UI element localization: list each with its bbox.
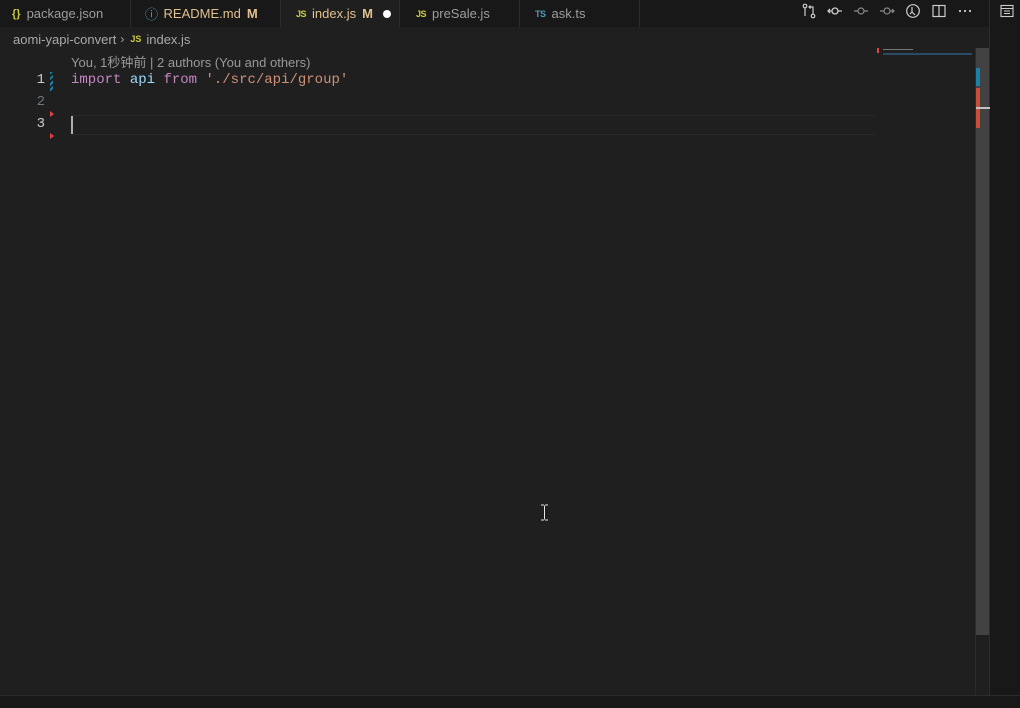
- secondary-side-bar-edge: [989, 0, 1020, 695]
- scrollbar-thumb[interactable]: [976, 48, 989, 635]
- js-file-icon: JS: [130, 34, 142, 44]
- codelens-authors[interactable]: You, 1秒钟前 | 2 authors (You and others): [71, 52, 310, 71]
- minimap-deleted-marker: [877, 48, 879, 53]
- modified-indicator: M: [246, 6, 258, 21]
- current-line-highlight: [71, 115, 875, 135]
- git-compare-icon[interactable]: [822, 0, 848, 22]
- text-cursor: [71, 116, 73, 134]
- modified-indicator: M: [362, 6, 373, 21]
- keyword-from: from: [163, 72, 198, 88]
- chevron-right-icon: ›: [120, 32, 125, 46]
- breadcrumb-folder[interactable]: aomi-yapi-convert: [13, 32, 116, 47]
- overview-ruler-modified: [976, 68, 980, 86]
- status-bar: [0, 695, 1020, 708]
- line-number: 1: [36, 72, 45, 88]
- timeline-icon[interactable]: [900, 0, 926, 22]
- split-editor-icon[interactable]: [926, 0, 952, 22]
- tab-index-js[interactable]: JS index.js M: [281, 0, 400, 27]
- minimap-code-preview: [883, 49, 913, 50]
- tab-readme-md[interactable]: ⓘ README.md M: [131, 0, 281, 27]
- breadcrumb-file[interactable]: index.js: [146, 32, 190, 47]
- previous-change-icon[interactable]: [848, 0, 874, 22]
- ts-file-icon: TS: [535, 8, 546, 19]
- tab-label: ask.ts: [551, 6, 586, 21]
- panel-layout-icon[interactable]: [994, 0, 1020, 22]
- unsaved-dot-icon[interactable]: [382, 9, 391, 18]
- minimap-viewport-line: [883, 53, 972, 55]
- js-file-icon: JS: [296, 8, 307, 19]
- identifier-api: api: [129, 72, 156, 88]
- vertical-scrollbar[interactable]: [975, 48, 990, 695]
- open-changes-icon[interactable]: [796, 0, 822, 22]
- tab-label: preSale.js: [432, 6, 490, 21]
- line-number: 3: [36, 116, 45, 132]
- next-change-icon[interactable]: [874, 0, 900, 22]
- breadcrumb: aomi-yapi-convert › JS index.js: [13, 30, 190, 48]
- string-literal: './src/api/group': [205, 72, 349, 88]
- more-actions-icon[interactable]: [952, 0, 978, 22]
- code-editor[interactable]: You, 1秒钟前 | 2 authors (You and others) 1…: [0, 48, 975, 695]
- keyword-import: import: [71, 72, 122, 88]
- overview-ruler-cursor: [976, 107, 990, 109]
- tab-package-json[interactable]: {} package.json: [0, 0, 131, 27]
- tab-label: package.json: [26, 6, 104, 21]
- deleted-line-marker-icon[interactable]: [50, 133, 54, 139]
- info-file-icon: ⓘ: [145, 7, 158, 22]
- editor-actions: [796, 0, 978, 22]
- json-file-icon: {}: [12, 7, 21, 20]
- modified-line-gutter-marker[interactable]: [50, 72, 53, 92]
- js-file-icon: JS: [416, 8, 427, 19]
- minimap[interactable]: [875, 48, 975, 695]
- tab-ask-ts[interactable]: TS ask.ts: [520, 0, 640, 27]
- deleted-line-marker-icon[interactable]: [50, 111, 54, 117]
- tab-label: index.js: [312, 6, 357, 21]
- editor-tab-bar: {} package.json ⓘ README.md M JS index.j…: [0, 0, 1020, 27]
- line-number: 2: [36, 94, 45, 110]
- ibeam-cursor-icon: [541, 504, 548, 521]
- code-line-1: import api from './src/api/group': [71, 72, 348, 88]
- tab-presale-js[interactable]: JS preSale.js: [400, 0, 520, 27]
- tab-label: README.md: [163, 6, 241, 21]
